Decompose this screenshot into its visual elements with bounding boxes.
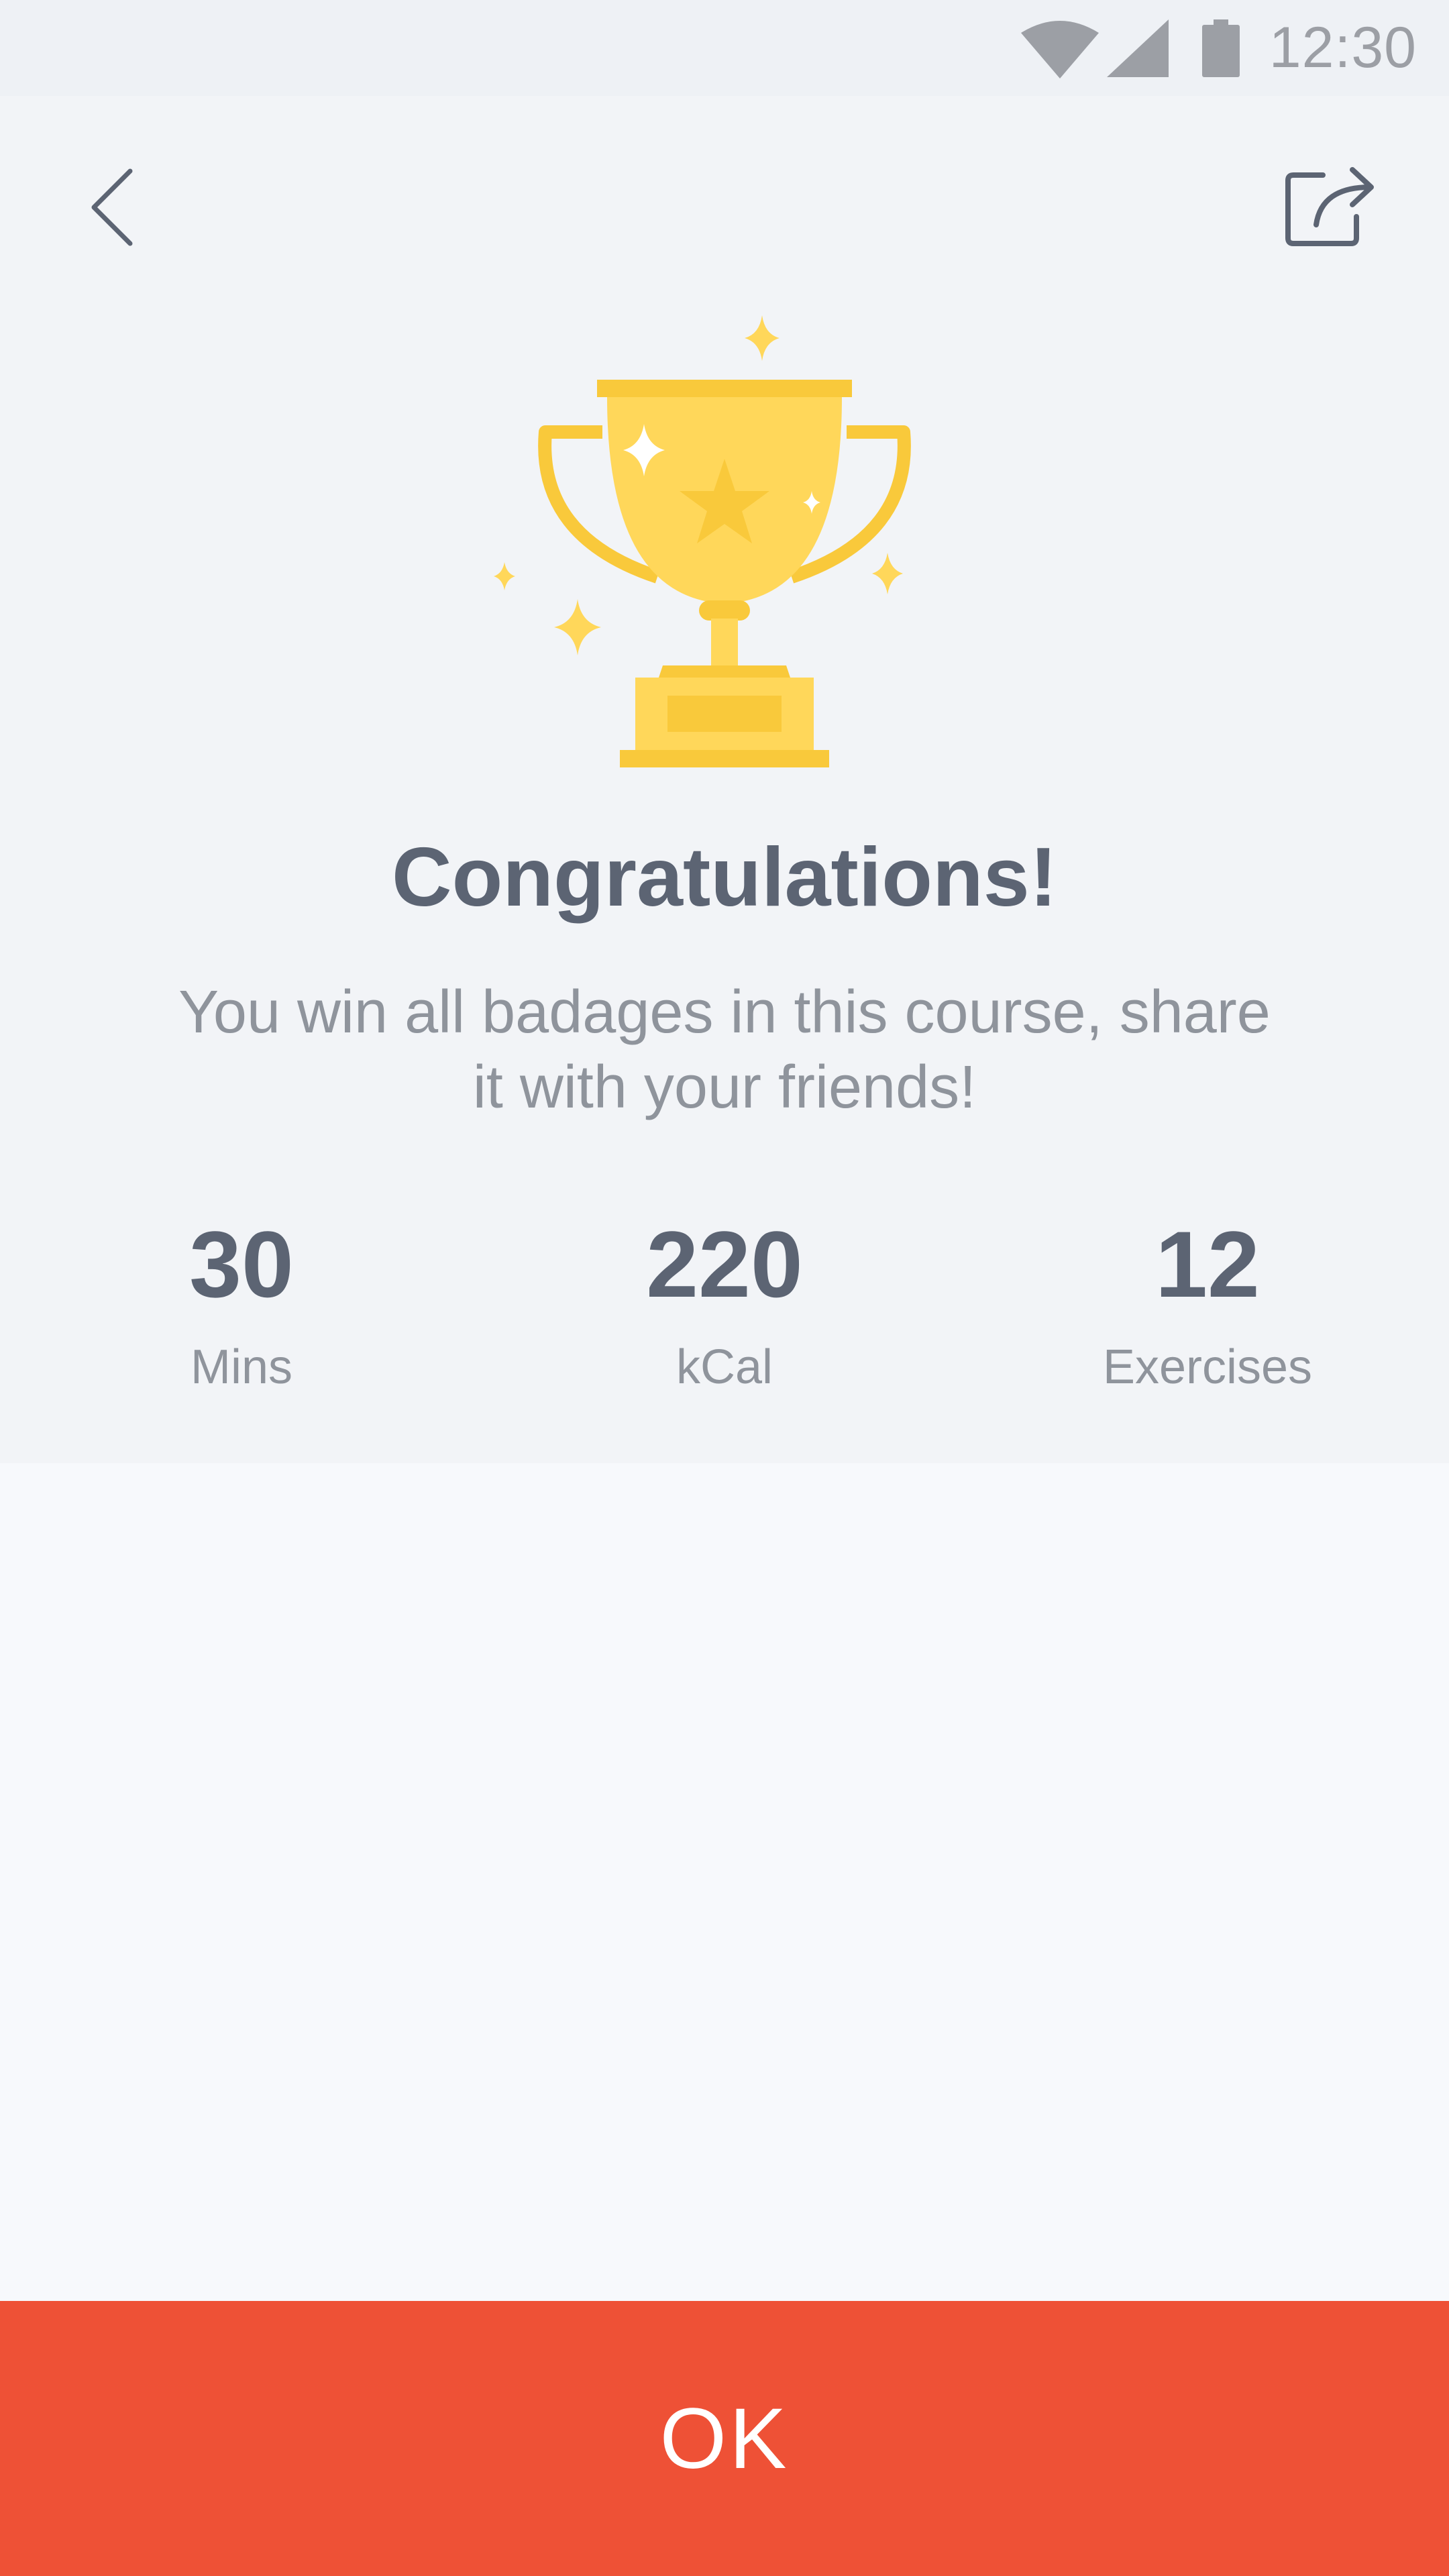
wifi-icon xyxy=(1020,18,1100,78)
status-icons: 12:30 xyxy=(1020,0,1417,96)
stat-label: Exercises xyxy=(1102,1340,1313,1394)
share-icon[interactable] xyxy=(1281,163,1382,257)
status-bar: 12:30 xyxy=(0,0,1449,96)
battery-icon xyxy=(1201,19,1240,77)
stat-value: 12 xyxy=(1155,1212,1260,1317)
congrats-message-line-1: You win all badages in this course, shar… xyxy=(178,979,1271,1046)
congrats-message-line-2: it with your friends! xyxy=(472,1054,977,1121)
stat-mins: 30 Mins xyxy=(67,1211,416,1404)
congrats-message: You win all badages in this course, shar… xyxy=(121,975,1328,1125)
stat-value: 220 xyxy=(646,1212,803,1317)
stat-kcal: 220 kCal xyxy=(550,1211,899,1404)
congrats-title: Congratulations! xyxy=(392,831,1057,924)
cellular-signal-icon xyxy=(1106,19,1169,77)
stat-label: Mins xyxy=(190,1340,292,1394)
stat-exercises: 12 Exercises xyxy=(1033,1211,1382,1404)
ok-button[interactable]: OK xyxy=(0,2301,1449,2576)
congrats-hero: Congratulations! You win all badages in … xyxy=(0,96,1449,1463)
status-time: 12:30 xyxy=(1269,15,1417,80)
chevron-left-icon[interactable] xyxy=(80,163,174,257)
stat-label: kCal xyxy=(676,1340,773,1394)
stat-value: 30 xyxy=(189,1212,294,1317)
trophy-icon xyxy=(483,315,966,798)
